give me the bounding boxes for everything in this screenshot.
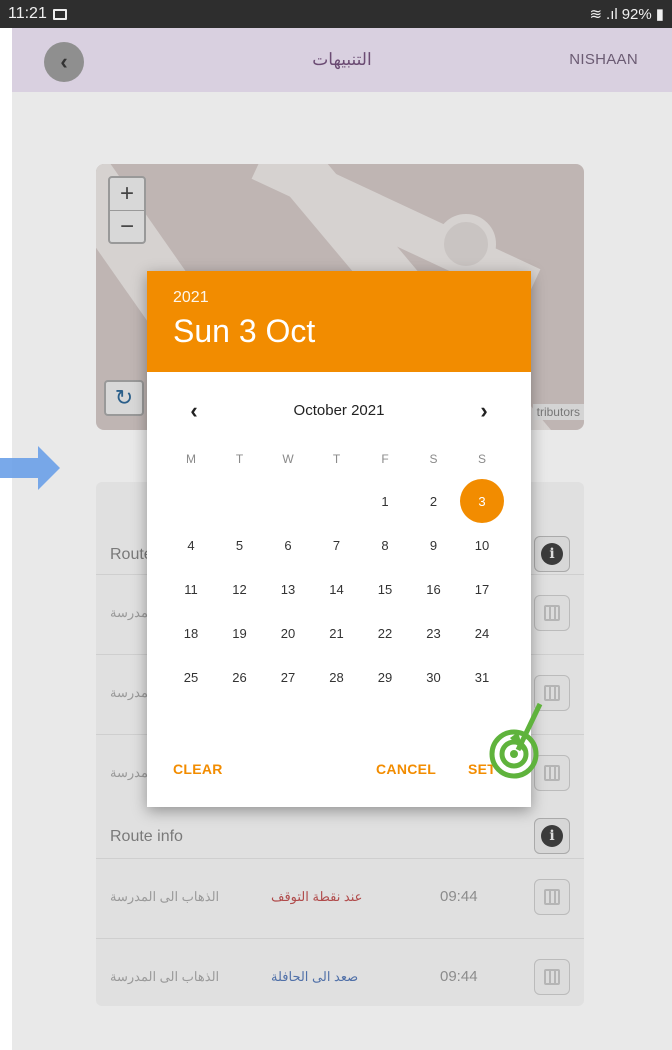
info-icon: i <box>541 543 563 565</box>
calendar-day[interactable]: 13 <box>266 567 310 611</box>
calendar-day[interactable]: 11 <box>169 567 213 611</box>
calendar-day[interactable]: 14 <box>315 567 359 611</box>
map-icon <box>544 969 560 985</box>
calendar-day[interactable]: 24 <box>460 611 504 655</box>
calendar-day[interactable]: 18 <box>169 611 213 655</box>
calendar-day[interactable]: 30 <box>412 655 456 699</box>
calendar-day[interactable]: 9 <box>412 523 456 567</box>
info-button[interactable]: i <box>534 536 570 572</box>
map-icon <box>544 765 560 781</box>
chevron-right-icon: › <box>480 398 488 423</box>
trip-label: الذهاب الى المدرسة <box>110 969 220 984</box>
weekday-header: F <box>381 452 389 466</box>
calendar-day[interactable]: 21 <box>315 611 359 655</box>
map-button[interactable] <box>534 595 570 631</box>
calendar-day[interactable]: 20 <box>266 611 310 655</box>
calendar-day[interactable]: 8 <box>363 523 407 567</box>
wifi-icon: ≋ <box>589 6 603 23</box>
calendar-day[interactable]: 19 <box>218 611 262 655</box>
calendar-day[interactable]: 15 <box>363 567 407 611</box>
map-icon <box>544 889 560 905</box>
arrow-annotation-icon <box>0 446 60 490</box>
calendar-day[interactable]: 10 <box>460 523 504 567</box>
selected-year[interactable]: 2021 <box>173 289 505 307</box>
selected-date[interactable]: Sun 3 Oct <box>173 313 505 350</box>
map-button[interactable] <box>534 959 570 995</box>
map-button[interactable] <box>534 879 570 915</box>
route-section-label: Route info <box>110 828 183 845</box>
event-time: 09:44 <box>440 888 478 905</box>
zoom-in-button[interactable]: + <box>110 178 144 210</box>
calendar-day[interactable]: 6 <box>266 523 310 567</box>
dialog-actions: CLEAR CANCEL SET <box>147 761 531 791</box>
zoom-controls: + − <box>108 176 146 244</box>
event-label: عند نقطة التوقف <box>271 889 363 904</box>
calendar-day[interactable]: 31 <box>460 655 504 699</box>
app-bar: ‹ التنبيهات NISHAAN <box>12 28 672 92</box>
calendar-day[interactable]: 1 <box>363 479 407 523</box>
calendar-day[interactable]: 23 <box>412 611 456 655</box>
calendar-day[interactable]: 26 <box>218 655 262 699</box>
calendar-day[interactable]: 12 <box>218 567 262 611</box>
calendar-day[interactable]: 25 <box>169 655 213 699</box>
calendar-day[interactable]: 16 <box>412 567 456 611</box>
event-time: 09:44 <box>440 968 478 985</box>
list-item: الذهاب الى المدرسة صعد الى الحافلة 09:44 <box>96 938 584 1006</box>
user-name: NISHAAN <box>569 51 638 68</box>
battery-level: 92% <box>621 5 652 23</box>
refresh-icon: ↻ <box>114 385 134 410</box>
calendar-day[interactable]: 22 <box>363 611 407 655</box>
info-button[interactable]: i <box>534 818 570 854</box>
weekday-header: T <box>235 452 244 466</box>
click-target-annotation-icon <box>489 702 543 779</box>
image-notification-icon <box>52 8 67 20</box>
calendar-day[interactable]: 4 <box>169 523 213 567</box>
weekday-header: S <box>429 452 438 466</box>
calendar-day[interactable]: 28 <box>315 655 359 699</box>
battery-icon: ▮ <box>655 6 664 23</box>
event-label: صعد الى الحافلة <box>271 969 359 984</box>
calendar-day[interactable]: 5 <box>218 523 262 567</box>
calendar-day[interactable]: 27 <box>266 655 310 699</box>
zoom-out-button[interactable]: − <box>110 210 144 242</box>
info-icon: i <box>541 825 563 847</box>
date-picker-header: 2021 Sun 3 Oct <box>147 271 531 372</box>
weekday-header: S <box>477 452 486 466</box>
trip-label: الذهاب الى المدرسة <box>110 889 220 904</box>
signal-icon: .ıl <box>606 5 618 23</box>
refresh-button[interactable]: ↻ <box>104 380 144 416</box>
weekday-header: M <box>186 452 196 466</box>
status-bar: 11:21 ≋ .ıl 92% ▮ <box>0 0 672 28</box>
calendar-day[interactable]: 2 <box>412 479 456 523</box>
calendar-day[interactable]: 17 <box>460 567 504 611</box>
cancel-button[interactable]: CANCEL <box>376 761 436 777</box>
list-item: الذهاب الى المدرسة عند نقطة التوقف 09:44 <box>96 858 584 938</box>
map-attribution: tributors <box>532 404 584 420</box>
date-picker-dialog: 2021 Sun 3 Oct ‹ October 2021 › MTWTFSS1… <box>147 271 531 807</box>
calendar-day[interactable]: 29 <box>363 655 407 699</box>
weekday-header: T <box>332 452 341 466</box>
map-icon <box>544 685 560 701</box>
route-section-header: Route info i <box>96 816 584 856</box>
weekday-header: W <box>282 452 294 466</box>
next-month-button[interactable]: › <box>469 396 499 426</box>
calendar-day[interactable]: 7 <box>315 523 359 567</box>
calendar-day-selected[interactable]: 3 <box>460 479 504 523</box>
status-time: 11:21 <box>8 5 47 22</box>
clear-button[interactable]: CLEAR <box>173 761 223 777</box>
map-icon <box>544 605 560 621</box>
